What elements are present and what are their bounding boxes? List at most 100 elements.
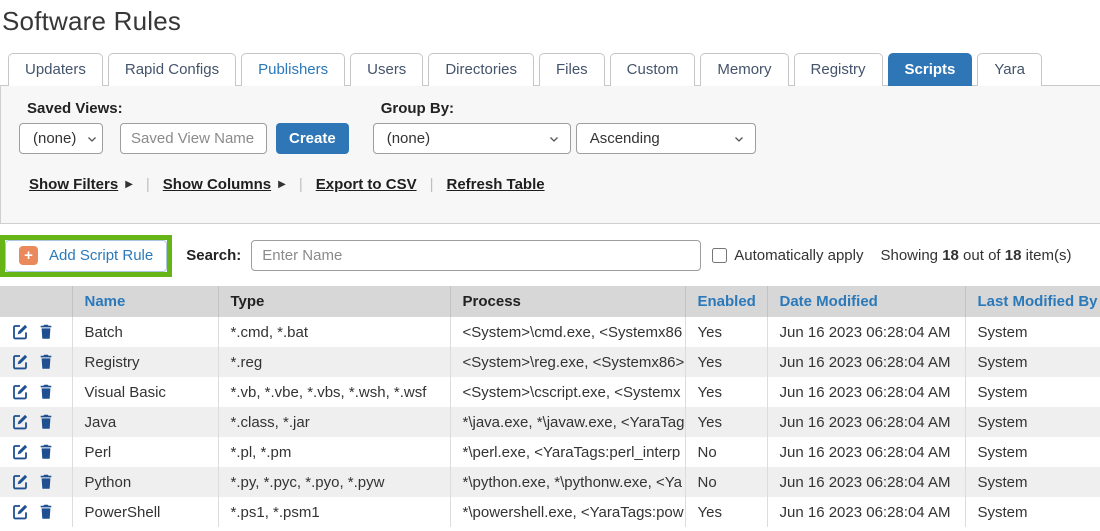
pencil-square-icon[interactable] [11, 323, 29, 341]
triangle-right-icon: ▶ [278, 179, 286, 190]
tab-files[interactable]: Files [539, 53, 605, 86]
enabled-cell: Yes [685, 347, 768, 377]
table-row-java: Java *.class, *.jar *\java.exe, *\javaw.ex… [0, 407, 1100, 437]
row-actions-cell [0, 377, 73, 407]
process-cell: *\powershell.exe, <YaraTags:pow [450, 497, 686, 527]
table-row-perl: Perl *.pl, *.pm *\perl.exe, <YaraTags:perl… [0, 437, 1100, 467]
tab-updaters[interactable]: Updaters [8, 53, 103, 86]
tab-publishers[interactable]: Publishers [241, 53, 346, 86]
tab-registry[interactable]: Registry [793, 53, 883, 86]
chevron-down-icon [733, 133, 745, 145]
group-by-selected-value: (none) [386, 130, 431, 147]
tab-scripts[interactable]: Scripts [887, 53, 973, 86]
row-actions-cell [0, 347, 73, 377]
last-modified-by-cell: System [965, 467, 1100, 497]
process-cell: *\perl.exe, <YaraTags:perl_interp [450, 437, 686, 467]
group-by-select[interactable]: (none) [372, 123, 571, 154]
trash-icon[interactable] [38, 473, 54, 491]
show-filters-link[interactable]: Show Filters [29, 176, 118, 193]
trash-icon[interactable] [38, 503, 54, 521]
table-row-batch: Batch *.cmd, *.bat <System>\cmd.exe, <Syst… [0, 317, 1100, 347]
enabled-cell: Yes [685, 497, 768, 527]
chevron-down-icon [548, 133, 560, 145]
add-script-rule-button[interactable]: + Add Script Rule [5, 239, 168, 272]
row-actions-cell [0, 317, 73, 347]
show-columns-link[interactable]: Show Columns [163, 176, 271, 193]
date-modified-cell: Jun 16 2023 06:28:04 AM [767, 497, 966, 527]
row-actions-cell [0, 437, 73, 467]
table-row-python: Python *.py, *.pyc, *.pyo, *.pyw *\python.… [0, 467, 1100, 497]
sort-order-select[interactable]: Ascending [575, 123, 756, 154]
row-actions-cell [0, 467, 73, 497]
tab-memory[interactable]: Memory [700, 53, 789, 86]
create-button[interactable]: Create [276, 123, 349, 154]
pencil-square-icon[interactable] [11, 473, 29, 491]
pencil-square-icon[interactable] [11, 353, 29, 371]
link-separator: | [145, 176, 150, 193]
row-actions-cell [0, 497, 73, 527]
name-cell: Batch [72, 317, 219, 347]
enabled-cell: No [685, 437, 768, 467]
name-cell: Java [72, 407, 219, 437]
date-modified-cell: Jun 16 2023 06:28:04 AM [767, 377, 966, 407]
tab-directories[interactable]: Directories [428, 53, 534, 86]
tab-custom[interactable]: Custom [609, 53, 696, 86]
saved-views-select[interactable]: (none) [19, 123, 103, 154]
auto-apply-label: Automatically apply [734, 247, 864, 264]
column-header-date-modified[interactable]: Date Modified [767, 286, 966, 317]
enabled-cell: No [685, 467, 768, 497]
enabled-cell: Yes [685, 407, 768, 437]
table-row-registry: Registry *.reg <System>\reg.exe, <Systemx8… [0, 347, 1100, 377]
saved-views-group: Saved Views: (none) Create [19, 98, 349, 154]
process-cell: <System>\cmd.exe, <Systemx86 [450, 317, 686, 347]
shown-count: 18 [942, 247, 959, 264]
triangle-right-icon: ▶ [125, 179, 133, 190]
saved-views-label: Saved Views: [27, 100, 123, 117]
pencil-square-icon[interactable] [11, 383, 29, 401]
chevron-down-icon [86, 133, 98, 145]
name-cell: Python [72, 467, 219, 497]
column-header-process: Process [450, 286, 686, 317]
saved-view-name-input[interactable] [120, 123, 267, 154]
process-cell: <System>\reg.exe, <Systemx86> [450, 347, 686, 377]
type-cell: *.py, *.pyc, *.pyo, *.pyw [218, 467, 451, 497]
process-cell: <System>\cscript.exe, <Systemx [450, 377, 686, 407]
type-cell: *.vb, *.vbe, *.vbs, *.wsh, *.wsf [218, 377, 451, 407]
tab-yara[interactable]: Yara [977, 53, 1042, 86]
last-modified-by-cell: System [977, 323, 1028, 341]
table-links-row: Show Filters ▶ | Show Columns ▶ | Export to CS… [29, 176, 1100, 193]
name-cell: Perl [72, 437, 219, 467]
pencil-square-icon[interactable] [11, 443, 29, 461]
type-cell: *.ps1, *.psm1 [218, 497, 451, 527]
type-cell: *.reg [218, 347, 451, 377]
name-cell: Registry [72, 347, 219, 377]
row-actions-cell [0, 407, 73, 437]
pencil-square-icon[interactable] [11, 413, 29, 431]
column-header-enabled[interactable]: Enabled [685, 286, 768, 317]
table-row-visual-basic: Visual Basic *.vb, *.vbe, *.vbs, *.wsh, *… [0, 377, 1100, 407]
process-cell: *\java.exe, *\javaw.exe, <YaraTag [450, 407, 686, 437]
process-cell: *\python.exe, *\pythonw.exe, <Ya [450, 467, 686, 497]
trash-icon[interactable] [38, 353, 54, 371]
pencil-square-icon[interactable] [11, 503, 29, 521]
date-modified-cell: Jun 16 2023 06:28:04 AM [767, 407, 966, 437]
auto-apply-control[interactable]: Automatically apply [712, 247, 863, 264]
auto-apply-checkbox[interactable] [712, 248, 728, 263]
showing-count-text: Showing 18 out of 18 item(s) [880, 247, 1072, 264]
search-input[interactable] [251, 240, 702, 271]
trash-icon[interactable] [38, 383, 54, 401]
tab-rapid-configs[interactable]: Rapid Configs [107, 53, 237, 86]
column-header-last-modified-by[interactable]: Last Modified By [965, 286, 1100, 317]
total-count: 18 [1004, 247, 1022, 264]
refresh-table-link[interactable]: Refresh Table [447, 176, 545, 193]
trash-icon[interactable] [38, 323, 54, 341]
export-to-csv-link[interactable]: Export to CSV [316, 176, 417, 193]
last-modified-by-cell: System [965, 347, 1100, 377]
tab-bar: Updaters Rapid Configs Publishers Users Dire… [0, 53, 1100, 86]
trash-icon[interactable] [38, 413, 54, 431]
trash-icon[interactable] [38, 443, 54, 461]
column-header-name[interactable]: Name [72, 286, 219, 317]
filter-panel: Saved Views: (none) Create Group By: (no… [0, 86, 1100, 224]
type-cell: *.cmd, *.bat [218, 317, 451, 347]
tab-users[interactable]: Users [350, 53, 424, 86]
